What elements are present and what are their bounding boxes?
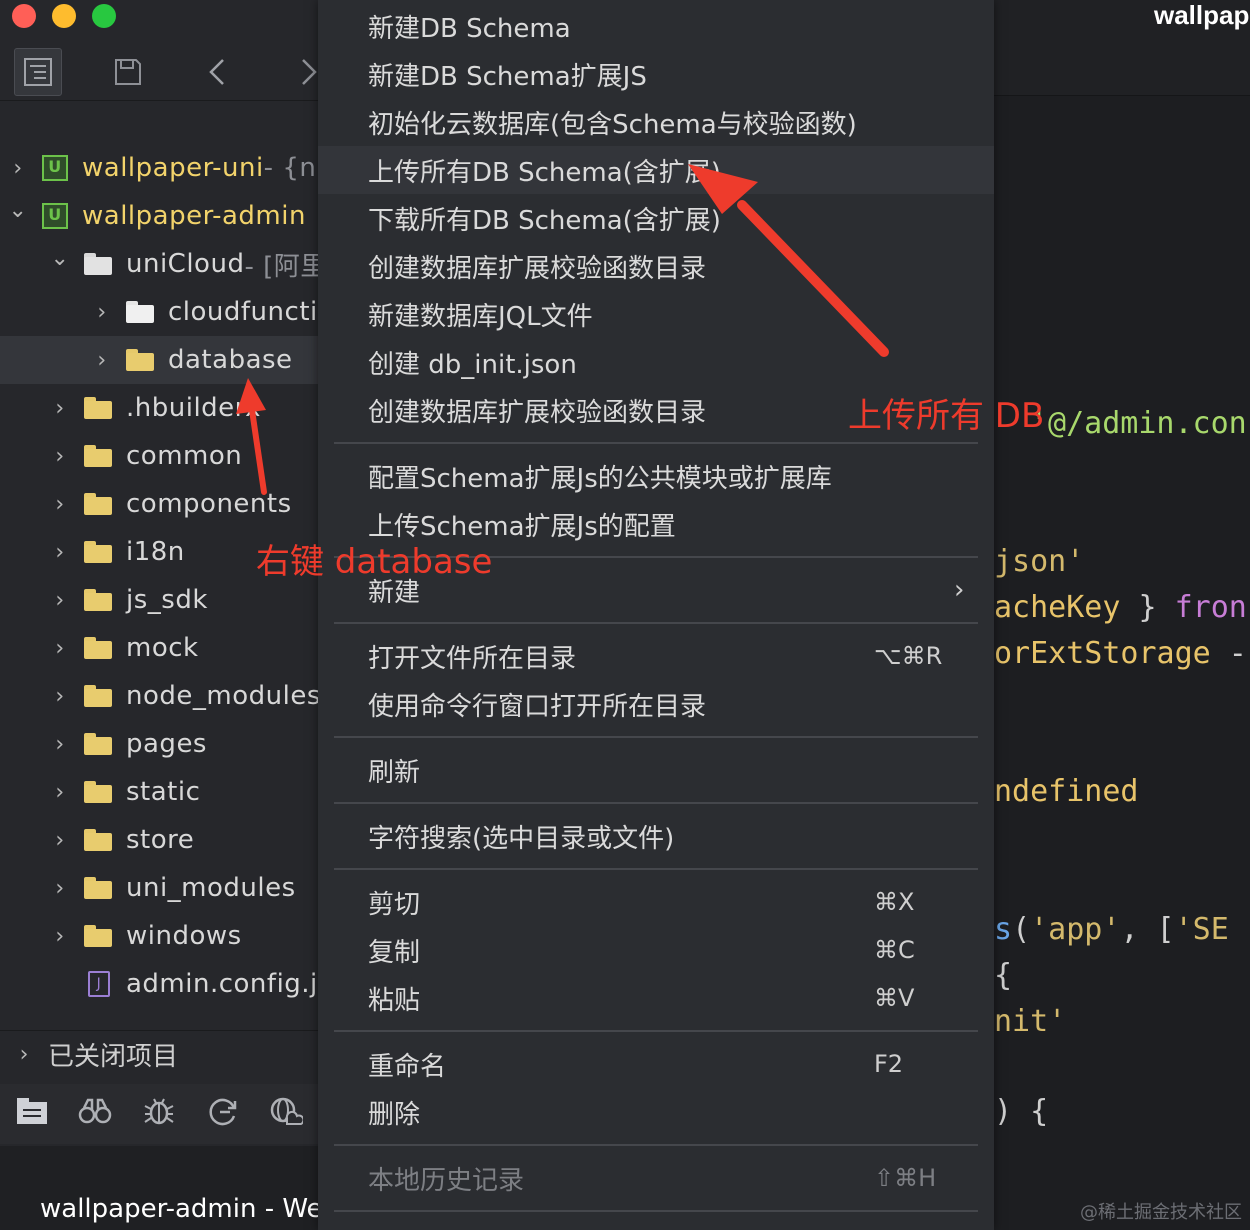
annotation-arrows (236, 164, 889, 495)
arrow-to-upload-item (737, 200, 889, 357)
right-click-annotation: 右键 database (256, 542, 493, 582)
arrow-to-database-folder (249, 407, 267, 495)
arrowhead-database (236, 378, 266, 414)
upload-annotation: 上传所有 DB (848, 396, 1045, 436)
